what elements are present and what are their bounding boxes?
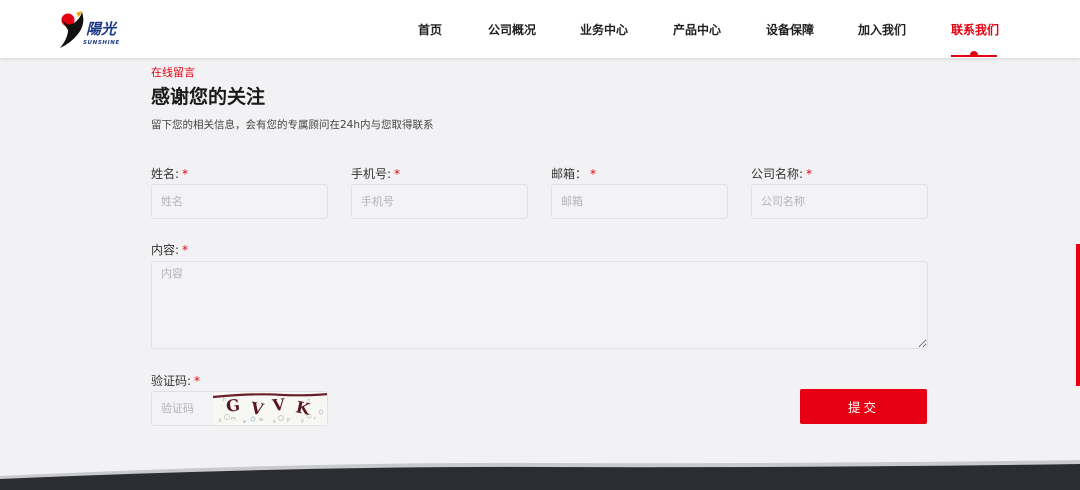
- phone-label: 手机号: *: [351, 165, 400, 182]
- contact-page: 陽光 SUNSHINE 首页 公司概况 业务中心 产品中心 设备保障 加入我们 …: [0, 0, 1080, 490]
- phone-label-text: 手机号:: [351, 167, 392, 181]
- footer-wave: [0, 460, 1080, 490]
- captcha-label-text: 验证码:: [151, 374, 192, 388]
- page-subtitle: 留下您的相关信息，会有您的专属顾问在24h内与您取得联系: [151, 119, 434, 131]
- svg-text:G: G: [225, 395, 241, 416]
- captcha-image[interactable]: kme wsp yr ht G V V K: [213, 392, 328, 425]
- nav-item-equipment[interactable]: 设备保障: [766, 21, 814, 39]
- svg-text:p: p: [287, 417, 290, 423]
- company-label: 公司名称: *: [751, 165, 812, 182]
- svg-text:k: k: [219, 418, 222, 424]
- sunshine-logo[interactable]: 陽光 SUNSHINE: [56, 10, 136, 52]
- required-mark: *: [182, 243, 189, 257]
- svg-text:V: V: [270, 395, 286, 415]
- content-label-text: 内容:: [151, 243, 180, 257]
- email-label-text: 邮箱：: [551, 167, 588, 181]
- content-textarea[interactable]: [151, 261, 928, 349]
- required-mark: *: [590, 167, 597, 181]
- svg-text:陽光: 陽光: [86, 20, 118, 38]
- captcha-input[interactable]: [152, 392, 212, 425]
- sunshine-logo-icon: 陽光 SUNSHINE: [60, 11, 120, 48]
- svg-text:y: y: [301, 418, 304, 424]
- required-mark: *: [394, 167, 401, 181]
- name-label: 姓名: *: [151, 165, 188, 182]
- svg-text:m: m: [231, 416, 236, 422]
- side-scroll-accent: [1076, 244, 1080, 386]
- svg-text:e: e: [243, 419, 246, 425]
- name-label-text: 姓名:: [151, 167, 180, 181]
- nav-item-company-overview[interactable]: 公司概况: [488, 21, 536, 39]
- nav-item-join-us[interactable]: 加入我们: [858, 21, 906, 39]
- submit-button[interactable]: 提交: [800, 389, 927, 424]
- svg-text:s: s: [273, 419, 276, 425]
- active-nav-underline: [951, 55, 997, 57]
- company-input[interactable]: [751, 184, 928, 219]
- nav-item-business-center[interactable]: 业务中心: [580, 21, 628, 39]
- phone-input[interactable]: [351, 184, 528, 219]
- captcha-field: kme wsp yr ht G V V K: [151, 391, 328, 426]
- captcha-label: 验证码: *: [151, 372, 200, 389]
- site-header: 陽光 SUNSHINE 首页 公司概况 业务中心 产品中心 设备保障 加入我们 …: [0, 0, 1080, 58]
- required-mark: *: [182, 167, 189, 181]
- svg-text:SUNSHINE: SUNSHINE: [83, 40, 120, 46]
- company-label-text: 公司名称:: [751, 167, 804, 181]
- section-eyebrow: 在线留言: [151, 66, 195, 79]
- nav-item-home[interactable]: 首页: [418, 21, 442, 39]
- content-label: 内容: *: [151, 241, 188, 258]
- nav-item-product-center[interactable]: 产品中心: [673, 21, 721, 39]
- email-label: 邮箱： *: [551, 165, 596, 182]
- page-title: 感谢您的关注: [151, 86, 266, 108]
- email-input[interactable]: [551, 184, 728, 219]
- name-input[interactable]: [151, 184, 328, 219]
- required-mark: *: [194, 374, 201, 388]
- nav-item-contact-us[interactable]: 联系我们: [951, 21, 999, 39]
- required-mark: *: [806, 167, 813, 181]
